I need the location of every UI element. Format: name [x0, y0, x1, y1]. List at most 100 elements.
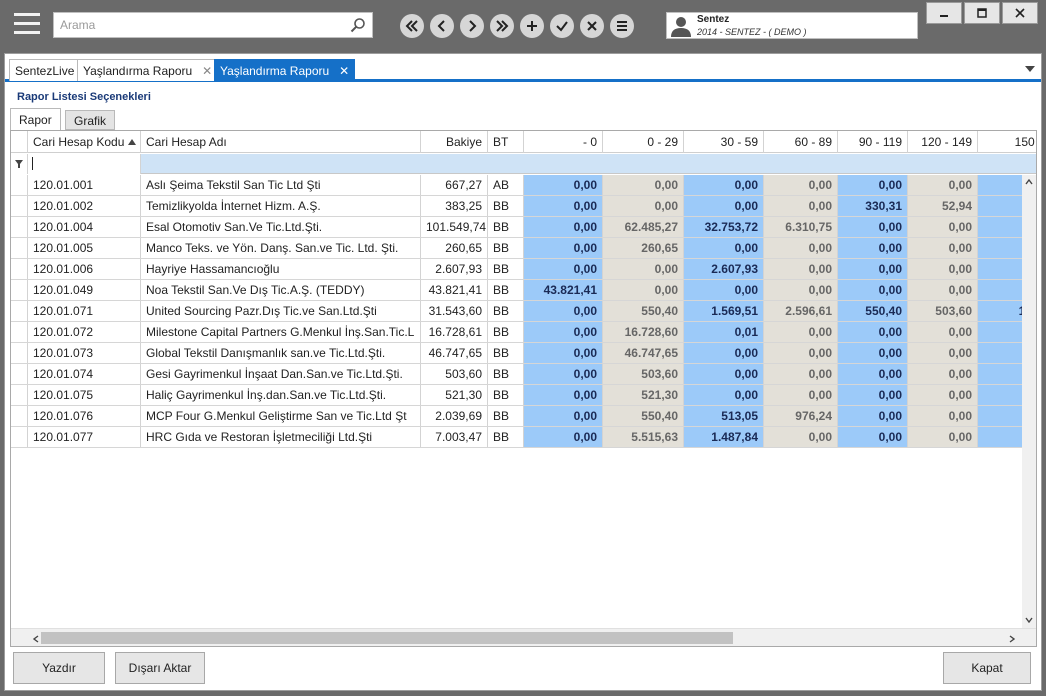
table-cell[interactable]: 101.549,74	[421, 217, 488, 237]
table-cell[interactable]: 521,30	[603, 385, 684, 405]
row-indicator[interactable]	[11, 175, 28, 195]
table-cell[interactable]: 0,00	[908, 217, 978, 237]
table-cell[interactable]: BB	[488, 322, 524, 342]
table-cell[interactable]: 0,01	[684, 322, 764, 342]
table-cell[interactable]: 0,00	[764, 238, 838, 258]
tab-list-dropdown-icon[interactable]	[1025, 66, 1035, 72]
table-cell[interactable]: 0,00	[524, 343, 603, 363]
subtab-grafik[interactable]: Grafik	[65, 110, 116, 130]
table-row[interactable]: 120.01.049 Noa Tekstil San.Ve Dış Tic.A.Ş…	[11, 280, 1036, 301]
vertical-scrollbar[interactable]	[1022, 175, 1036, 629]
table-cell[interactable]: 0,00	[764, 364, 838, 384]
list-icon[interactable]	[610, 14, 634, 38]
delete-x-icon[interactable]	[580, 14, 604, 38]
table-cell[interactable]: 32.753,72	[684, 217, 764, 237]
table-cell[interactable]: 0,00	[524, 259, 603, 279]
row-indicator[interactable]	[11, 406, 28, 426]
column-header[interactable]: Bakiye	[421, 131, 488, 153]
table-cell[interactable]: 0,00	[524, 301, 603, 321]
table-cell[interactable]: 550,40	[603, 406, 684, 426]
user-info[interactable]: Sentez 2014 - SENTEZ - ( DEMO )	[666, 12, 918, 39]
table-cell[interactable]: Gesi Gayrimenkul İnşaat Dan.San.ve Tic.L…	[141, 364, 421, 384]
subtab-rapor[interactable]: Rapor	[10, 108, 61, 131]
table-cell[interactable]: 0,00	[764, 427, 838, 447]
table-cell[interactable]: 0,00	[684, 385, 764, 405]
horizontal-scroll-thumb[interactable]	[41, 632, 733, 644]
table-cell[interactable]: 0,00	[908, 175, 978, 195]
row-indicator[interactable]	[11, 196, 28, 216]
table-cell[interactable]: 0,00	[908, 427, 978, 447]
table-row[interactable]: 120.01.071 United Sourcing Pazr.Dış Tic.v…	[11, 301, 1036, 322]
table-cell[interactable]: 7.003,47	[421, 427, 488, 447]
table-cell[interactable]: BB	[488, 280, 524, 300]
table-cell[interactable]: 2.607,93	[684, 259, 764, 279]
table-cell[interactable]: BB	[488, 427, 524, 447]
column-header[interactable]: 0 - 29	[603, 131, 684, 153]
table-cell[interactable]: BB	[488, 259, 524, 279]
table-cell[interactable]: 16.728,61	[421, 322, 488, 342]
table-cell[interactable]: 0,00	[524, 385, 603, 405]
table-cell[interactable]: 0,00	[764, 196, 838, 216]
last-record-icon[interactable]	[490, 14, 514, 38]
next-record-icon[interactable]	[460, 14, 484, 38]
table-row[interactable]: 120.01.004 Esal Otomotiv San.Ve Tic.Ltd.Ş…	[11, 217, 1036, 238]
table-row[interactable]: 120.01.001 Aslı Şeima Tekstil San Tic Ltd…	[11, 175, 1036, 196]
table-row[interactable]: 120.01.072 Milestone Capital Partners G.M…	[11, 322, 1036, 343]
table-row[interactable]: 120.01.002 Temizlikyolda İnternet Hizm. A…	[11, 196, 1036, 217]
table-cell[interactable]: 0,00	[838, 238, 908, 258]
table-cell[interactable]: 0,00	[603, 175, 684, 195]
table-cell[interactable]: 0,00	[838, 364, 908, 384]
table-cell[interactable]: 6.310,75	[764, 217, 838, 237]
table-row[interactable]: 120.01.073 Global Tekstil Danışmanlık san…	[11, 343, 1036, 364]
table-cell[interactable]: BB	[488, 217, 524, 237]
row-indicator[interactable]	[11, 343, 28, 363]
column-header[interactable]: 60 - 89	[764, 131, 838, 153]
column-header[interactable]: BT	[488, 131, 524, 153]
table-cell[interactable]: 0,00	[838, 259, 908, 279]
table-cell[interactable]: 1.569,51	[684, 301, 764, 321]
table-cell[interactable]: 0,00	[684, 238, 764, 258]
column-header[interactable]: Cari Hesap Adı	[141, 131, 421, 153]
close-report-button[interactable]: Kapat	[943, 652, 1031, 684]
row-indicator[interactable]	[11, 238, 28, 258]
table-cell[interactable]: 31.543,60	[421, 301, 488, 321]
row-indicator[interactable]	[11, 322, 28, 342]
table-cell[interactable]: Global Tekstil Danışmanlık san.ve Tic.Lt…	[141, 343, 421, 363]
table-cell[interactable]: Esal Otomotiv San.Ve Tic.Ltd.Şti.	[141, 217, 421, 237]
table-cell[interactable]: 120.01.071	[28, 301, 141, 321]
table-cell[interactable]: 5.515,63	[603, 427, 684, 447]
table-cell[interactable]: BB	[488, 364, 524, 384]
table-cell[interactable]: 43.821,41	[524, 280, 603, 300]
table-cell[interactable]: 0,00	[908, 259, 978, 279]
table-cell[interactable]: Aslı Şeima Tekstil San Tic Ltd Şti	[141, 175, 421, 195]
table-cell[interactable]: MCP Four G.Menkul Geliştirme San ve Tic.…	[141, 406, 421, 426]
table-cell[interactable]: 0,00	[908, 343, 978, 363]
table-cell[interactable]: 46.747,65	[421, 343, 488, 363]
table-cell[interactable]: 330,31	[838, 196, 908, 216]
table-cell[interactable]: 120.01.073	[28, 343, 141, 363]
tab-sentezlive[interactable]: SentezLive	[9, 59, 81, 81]
table-row[interactable]: 120.01.077 HRC Gıda ve Restoran İşletmeci…	[11, 427, 1036, 448]
row-indicator[interactable]	[11, 427, 28, 447]
row-indicator[interactable]	[11, 280, 28, 300]
table-cell[interactable]: 0,00	[764, 175, 838, 195]
minimize-button[interactable]	[926, 2, 962, 24]
table-cell[interactable]: 0,00	[838, 406, 908, 426]
table-cell[interactable]: 0,00	[908, 385, 978, 405]
table-cell[interactable]: 0,00	[684, 343, 764, 363]
table-cell[interactable]: 0,00	[524, 364, 603, 384]
table-cell[interactable]: 0,00	[764, 385, 838, 405]
table-cell[interactable]: 0,00	[524, 217, 603, 237]
row-indicator[interactable]	[11, 364, 28, 384]
table-row[interactable]: 120.01.005 Manco Teks. ve Yön. Danş. San.…	[11, 238, 1036, 259]
column-header[interactable]: 150 - 1	[978, 131, 1036, 153]
table-cell[interactable]: 2.607,93	[421, 259, 488, 279]
tab-close-icon[interactable]: ✕	[202, 64, 212, 78]
table-cell[interactable]: 0,00	[838, 217, 908, 237]
table-cell[interactable]: 43.821,41	[421, 280, 488, 300]
table-cell[interactable]: 0,00	[838, 343, 908, 363]
table-cell[interactable]: 0,00	[764, 259, 838, 279]
table-cell[interactable]: 0,00	[908, 406, 978, 426]
table-cell[interactable]: 120.01.006	[28, 259, 141, 279]
table-cell[interactable]: 0,00	[838, 322, 908, 342]
